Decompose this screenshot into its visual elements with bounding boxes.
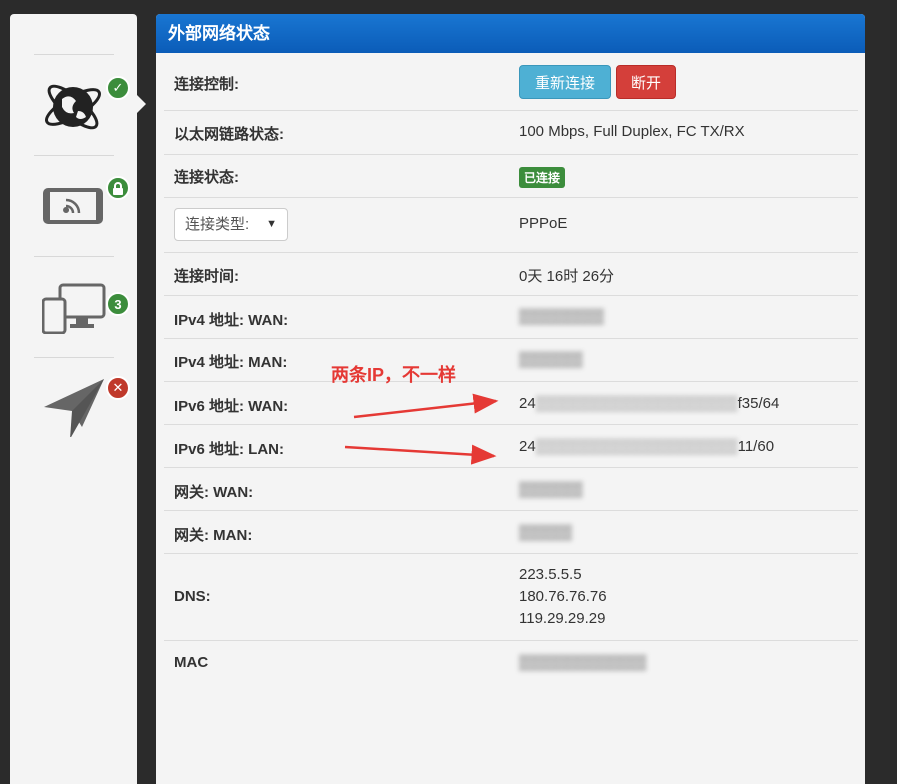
annotation-arrow-ipv6-lan — [344, 444, 497, 465]
annotation-arrow-ipv6-wan — [353, 393, 499, 419]
annotation-arrows — [344, 393, 499, 465]
